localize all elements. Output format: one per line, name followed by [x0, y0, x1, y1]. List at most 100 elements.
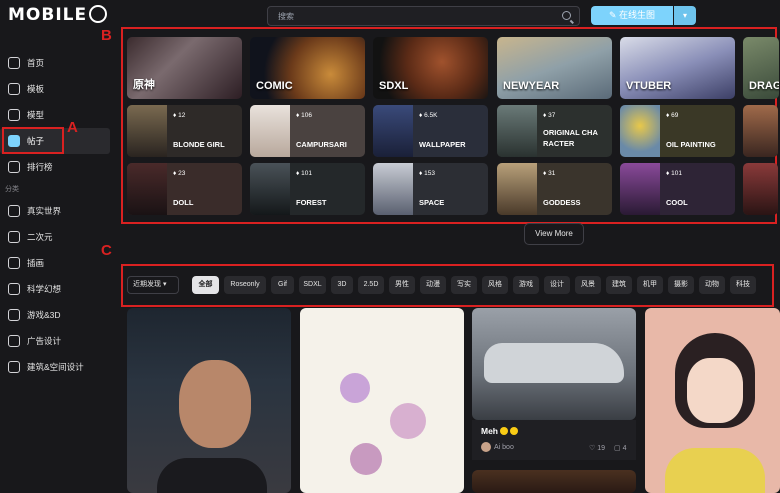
post-image-shoulders	[157, 458, 267, 493]
tag-thumbnail	[250, 105, 290, 157]
search-input[interactable]: 搜索	[267, 6, 580, 26]
sidebar-item-scifi[interactable]: 科学幻想	[0, 276, 118, 302]
palette-icon	[8, 257, 20, 269]
filter-chip[interactable]: 动漫	[420, 276, 446, 294]
post-card[interactable]	[127, 308, 291, 493]
sort-select[interactable]: 近期发现 ▾	[127, 276, 179, 294]
filter-chip[interactable]: Gif	[271, 276, 294, 294]
tag-tile[interactable]: ♦ 153 SPACE	[373, 163, 488, 215]
tag-thumbnail	[127, 105, 167, 157]
chevron-down-icon[interactable]: ▾	[674, 6, 696, 25]
filter-chip[interactable]: 建筑	[606, 276, 632, 294]
tag-count: ♦ 6.5K	[419, 112, 438, 119]
tag-tile[interactable]	[743, 163, 778, 215]
filter-chip[interactable]: 摄影	[668, 276, 694, 294]
template-icon	[8, 83, 20, 95]
annotation-label-b: B	[101, 27, 112, 44]
like-count[interactable]: ♡ 19	[589, 444, 605, 452]
post-author[interactable]: Ai boo	[494, 444, 514, 451]
image-icon	[8, 135, 20, 147]
featured-card[interactable]: 原神	[127, 37, 242, 99]
tag-thumbnail	[250, 163, 290, 215]
site-logo[interactable]: MOBILE	[8, 5, 108, 25]
filter-chip[interactable]: 科技	[730, 276, 756, 294]
sidebar-item-real-world[interactable]: 真实世界	[0, 198, 118, 224]
post-image-flower	[350, 443, 382, 475]
filter-chip[interactable]: Roseonly	[224, 276, 266, 294]
logo-icon	[89, 5, 108, 23]
tag-tile[interactable]: ♦ 69 OIL PAINTING	[620, 105, 735, 157]
featured-card[interactable]: DRAG	[743, 37, 779, 99]
tag-thumbnail	[497, 105, 537, 157]
tag-count: ♦ 101	[666, 170, 682, 177]
tag-thumbnail	[373, 163, 413, 215]
filter-chip[interactable]: 男性	[389, 276, 415, 294]
tag-tile[interactable]: ♦ 6.5K WALLPAPER	[373, 105, 488, 157]
sidebar-item-ad-design[interactable]: 广告设计	[0, 328, 118, 354]
post-image	[179, 360, 251, 448]
emoji-icon	[510, 427, 518, 435]
filter-chip[interactable]: 风景	[575, 276, 601, 294]
post-card[interactable]	[645, 308, 780, 493]
featured-card[interactable]: COMIC	[250, 37, 365, 99]
post-card[interactable]	[472, 308, 636, 420]
filter-chip[interactable]: 2.5D	[358, 276, 384, 294]
sidebar-item-models[interactable]: 模型	[0, 102, 118, 128]
filter-chip[interactable]: 风格	[482, 276, 508, 294]
filter-chip[interactable]: 机甲	[637, 276, 663, 294]
search-icon[interactable]	[562, 11, 571, 20]
tag-tile[interactable]: ♦ 31 GODDESS	[497, 163, 612, 215]
sidebar: 首页 模板 模型 帖子 排行榜 分类 真实世界 二次元 插画 科学幻想 游戏&3…	[0, 50, 118, 380]
annotation-label-c: C	[101, 242, 112, 259]
sidebar-item-architecture[interactable]: 建筑&空间设计	[0, 354, 118, 380]
filter-chip[interactable]: 写实	[451, 276, 477, 294]
tag-tile[interactable]: ♦ 37 ORIGINAL CHA RACTER	[497, 105, 612, 157]
comment-count[interactable]: ▢ 4	[614, 444, 626, 452]
post-card-info: Meh Ai boo ♡ 19 ▢ 4	[472, 420, 636, 460]
tag-tile[interactable]: ♦ 23 DOLL	[127, 163, 242, 215]
tag-thumbnail	[620, 163, 660, 215]
tag-count: ♦ 23	[173, 170, 186, 177]
view-more-button[interactable]: View More	[524, 223, 584, 245]
top-bar: MOBILE 搜索 ✎ 在线生图 ▾	[0, 0, 780, 32]
gamepad-icon	[8, 309, 20, 321]
filter-chip[interactable]: 动物	[699, 276, 725, 294]
tag-thumbnail	[497, 163, 537, 215]
avatar[interactable]	[481, 442, 491, 452]
sidebar-item-home[interactable]: 首页	[0, 50, 118, 76]
cat-icon	[8, 231, 20, 243]
home-icon	[8, 57, 20, 69]
sidebar-item-leaderboard[interactable]: 排行榜	[0, 154, 118, 180]
filter-chip[interactable]: 全部	[192, 276, 219, 294]
category-section-label: 分类	[5, 186, 19, 193]
tag-tile[interactable]: ♦ 101 FOREST	[250, 163, 365, 215]
tag-tile[interactable]	[743, 105, 778, 157]
generate-image-button[interactable]: ✎ 在线生图	[591, 6, 673, 25]
tag-tile[interactable]: ♦ 12 BLONDE GIRL	[127, 105, 242, 157]
emoji-icon	[500, 427, 508, 435]
featured-card[interactable]: NEWYEAR	[497, 37, 612, 99]
building-icon	[8, 361, 20, 373]
tag-count: ♦ 37	[543, 112, 556, 119]
sidebar-item-templates[interactable]: 模板	[0, 76, 118, 102]
tag-tile[interactable]: ♦ 106 CAMPURSARI	[250, 105, 365, 157]
tag-count: ♦ 101	[296, 170, 312, 177]
mountain-icon	[8, 205, 20, 217]
tag-count: ♦ 153	[419, 170, 435, 177]
sidebar-item-posts[interactable]: 帖子	[0, 128, 110, 154]
featured-card[interactable]: VTUBER	[620, 37, 735, 99]
sidebar-item-games-3d[interactable]: 游戏&3D	[0, 302, 118, 328]
post-card[interactable]	[472, 470, 636, 493]
tag-thumbnail	[743, 163, 778, 215]
featured-card[interactable]: SDXL	[373, 37, 488, 99]
filter-chip[interactable]: SDXL	[299, 276, 326, 294]
filter-chip[interactable]: 游戏	[513, 276, 539, 294]
filter-chip[interactable]: 3D	[331, 276, 353, 294]
tag-count: ♦ 12	[173, 112, 186, 119]
tag-tile[interactable]: ♦ 101 COOL	[620, 163, 735, 215]
filter-chip[interactable]: 设计	[544, 276, 570, 294]
post-card[interactable]	[300, 308, 464, 493]
post-image	[340, 373, 370, 403]
annotation-label-a: A	[67, 119, 78, 136]
post-title[interactable]: Meh	[481, 426, 518, 436]
